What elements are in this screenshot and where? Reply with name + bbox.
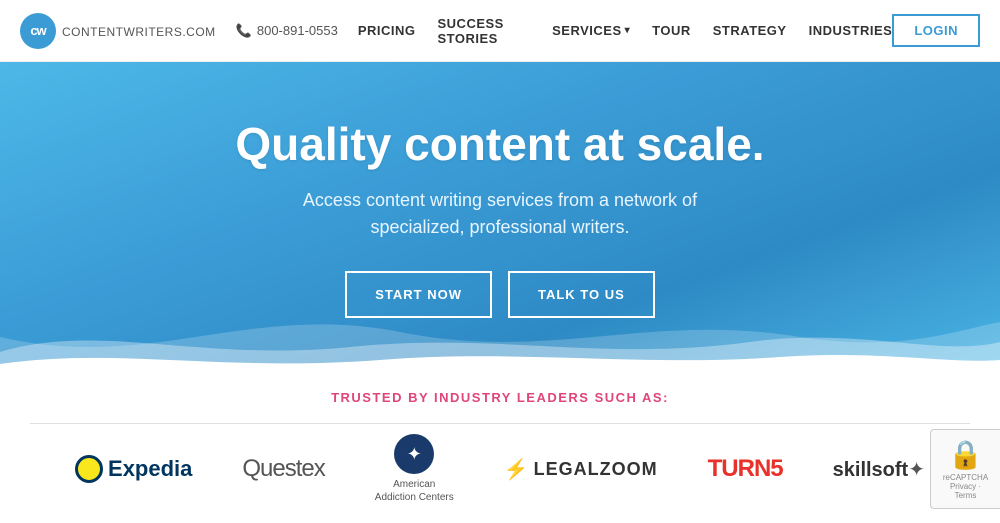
login-button[interactable]: LOGIN [892, 14, 980, 47]
skillsoft-logo: skillsoft✦ [833, 457, 925, 482]
nav-links: PRICING SUCCESS STORIES SERVICES ▾ TOUR … [358, 16, 893, 46]
expedia-text: Expedia [108, 456, 192, 482]
nav-pricing[interactable]: PRICING [358, 23, 416, 38]
nav-success-stories[interactable]: SUCCESS STORIES [438, 16, 531, 46]
recaptcha-badge: 🔒 reCAPTCHA Privacy · Terms [930, 429, 1000, 509]
navbar: cw CONTENTWRITERS.com 📞 800-891-0553 PRI… [0, 0, 1000, 62]
logo-icon: cw [20, 13, 56, 49]
expedia-logo: Expedia [75, 455, 192, 483]
aac-icon: ✦ [394, 434, 434, 474]
logo-text: CONTENTWRITERS.com [62, 23, 216, 39]
trusted-section: TRUSTED BY INDUSTRY LEADERS SUCH AS: Exp… [0, 372, 1000, 514]
aac-logo: ✦ AmericanAddiction Centers [375, 434, 454, 504]
nav-tour[interactable]: TOUR [652, 23, 691, 38]
recaptcha-icon: 🔒 [948, 438, 983, 471]
logo[interactable]: cw CONTENTWRITERS.com [20, 13, 216, 49]
questex-logo: Questex [242, 455, 324, 483]
phone-icon: 📞 [236, 23, 252, 39]
legalzoom-logo: ⚡ LEGALZOOM [504, 457, 658, 482]
logos-row: Expedia Questex ✦ AmericanAddiction Cent… [0, 434, 1000, 504]
hero-title: Quality content at scale. [235, 117, 764, 171]
trusted-label: TRUSTED BY INDUSTRY LEADERS SUCH AS: [0, 390, 1000, 405]
expedia-icon [75, 455, 103, 483]
phone-number: 800-891-0553 [257, 23, 338, 38]
legalzoom-icon: ⚡ [504, 457, 529, 482]
services-chevron-icon: ▾ [625, 25, 631, 36]
legalzoom-text: LEGALZOOM [534, 459, 658, 480]
hero-section: Quality content at scale. Access content… [0, 62, 1000, 372]
recaptcha-label: reCAPTCHA [943, 473, 988, 482]
wave-decoration [0, 302, 1000, 372]
phone-area[interactable]: 📞 800-891-0553 [236, 23, 338, 39]
hero-subtitle: Access content writing services from a n… [260, 187, 740, 241]
nav-industries[interactable]: INDUSTRIES [809, 23, 893, 38]
recaptcha-links[interactable]: Privacy · Terms [941, 482, 990, 500]
nav-services[interactable]: SERVICES ▾ [552, 23, 630, 38]
aac-text: AmericanAddiction Centers [375, 478, 454, 504]
turn5-logo: TURN5 [708, 455, 783, 483]
nav-strategy[interactable]: STRATEGY [713, 23, 787, 38]
